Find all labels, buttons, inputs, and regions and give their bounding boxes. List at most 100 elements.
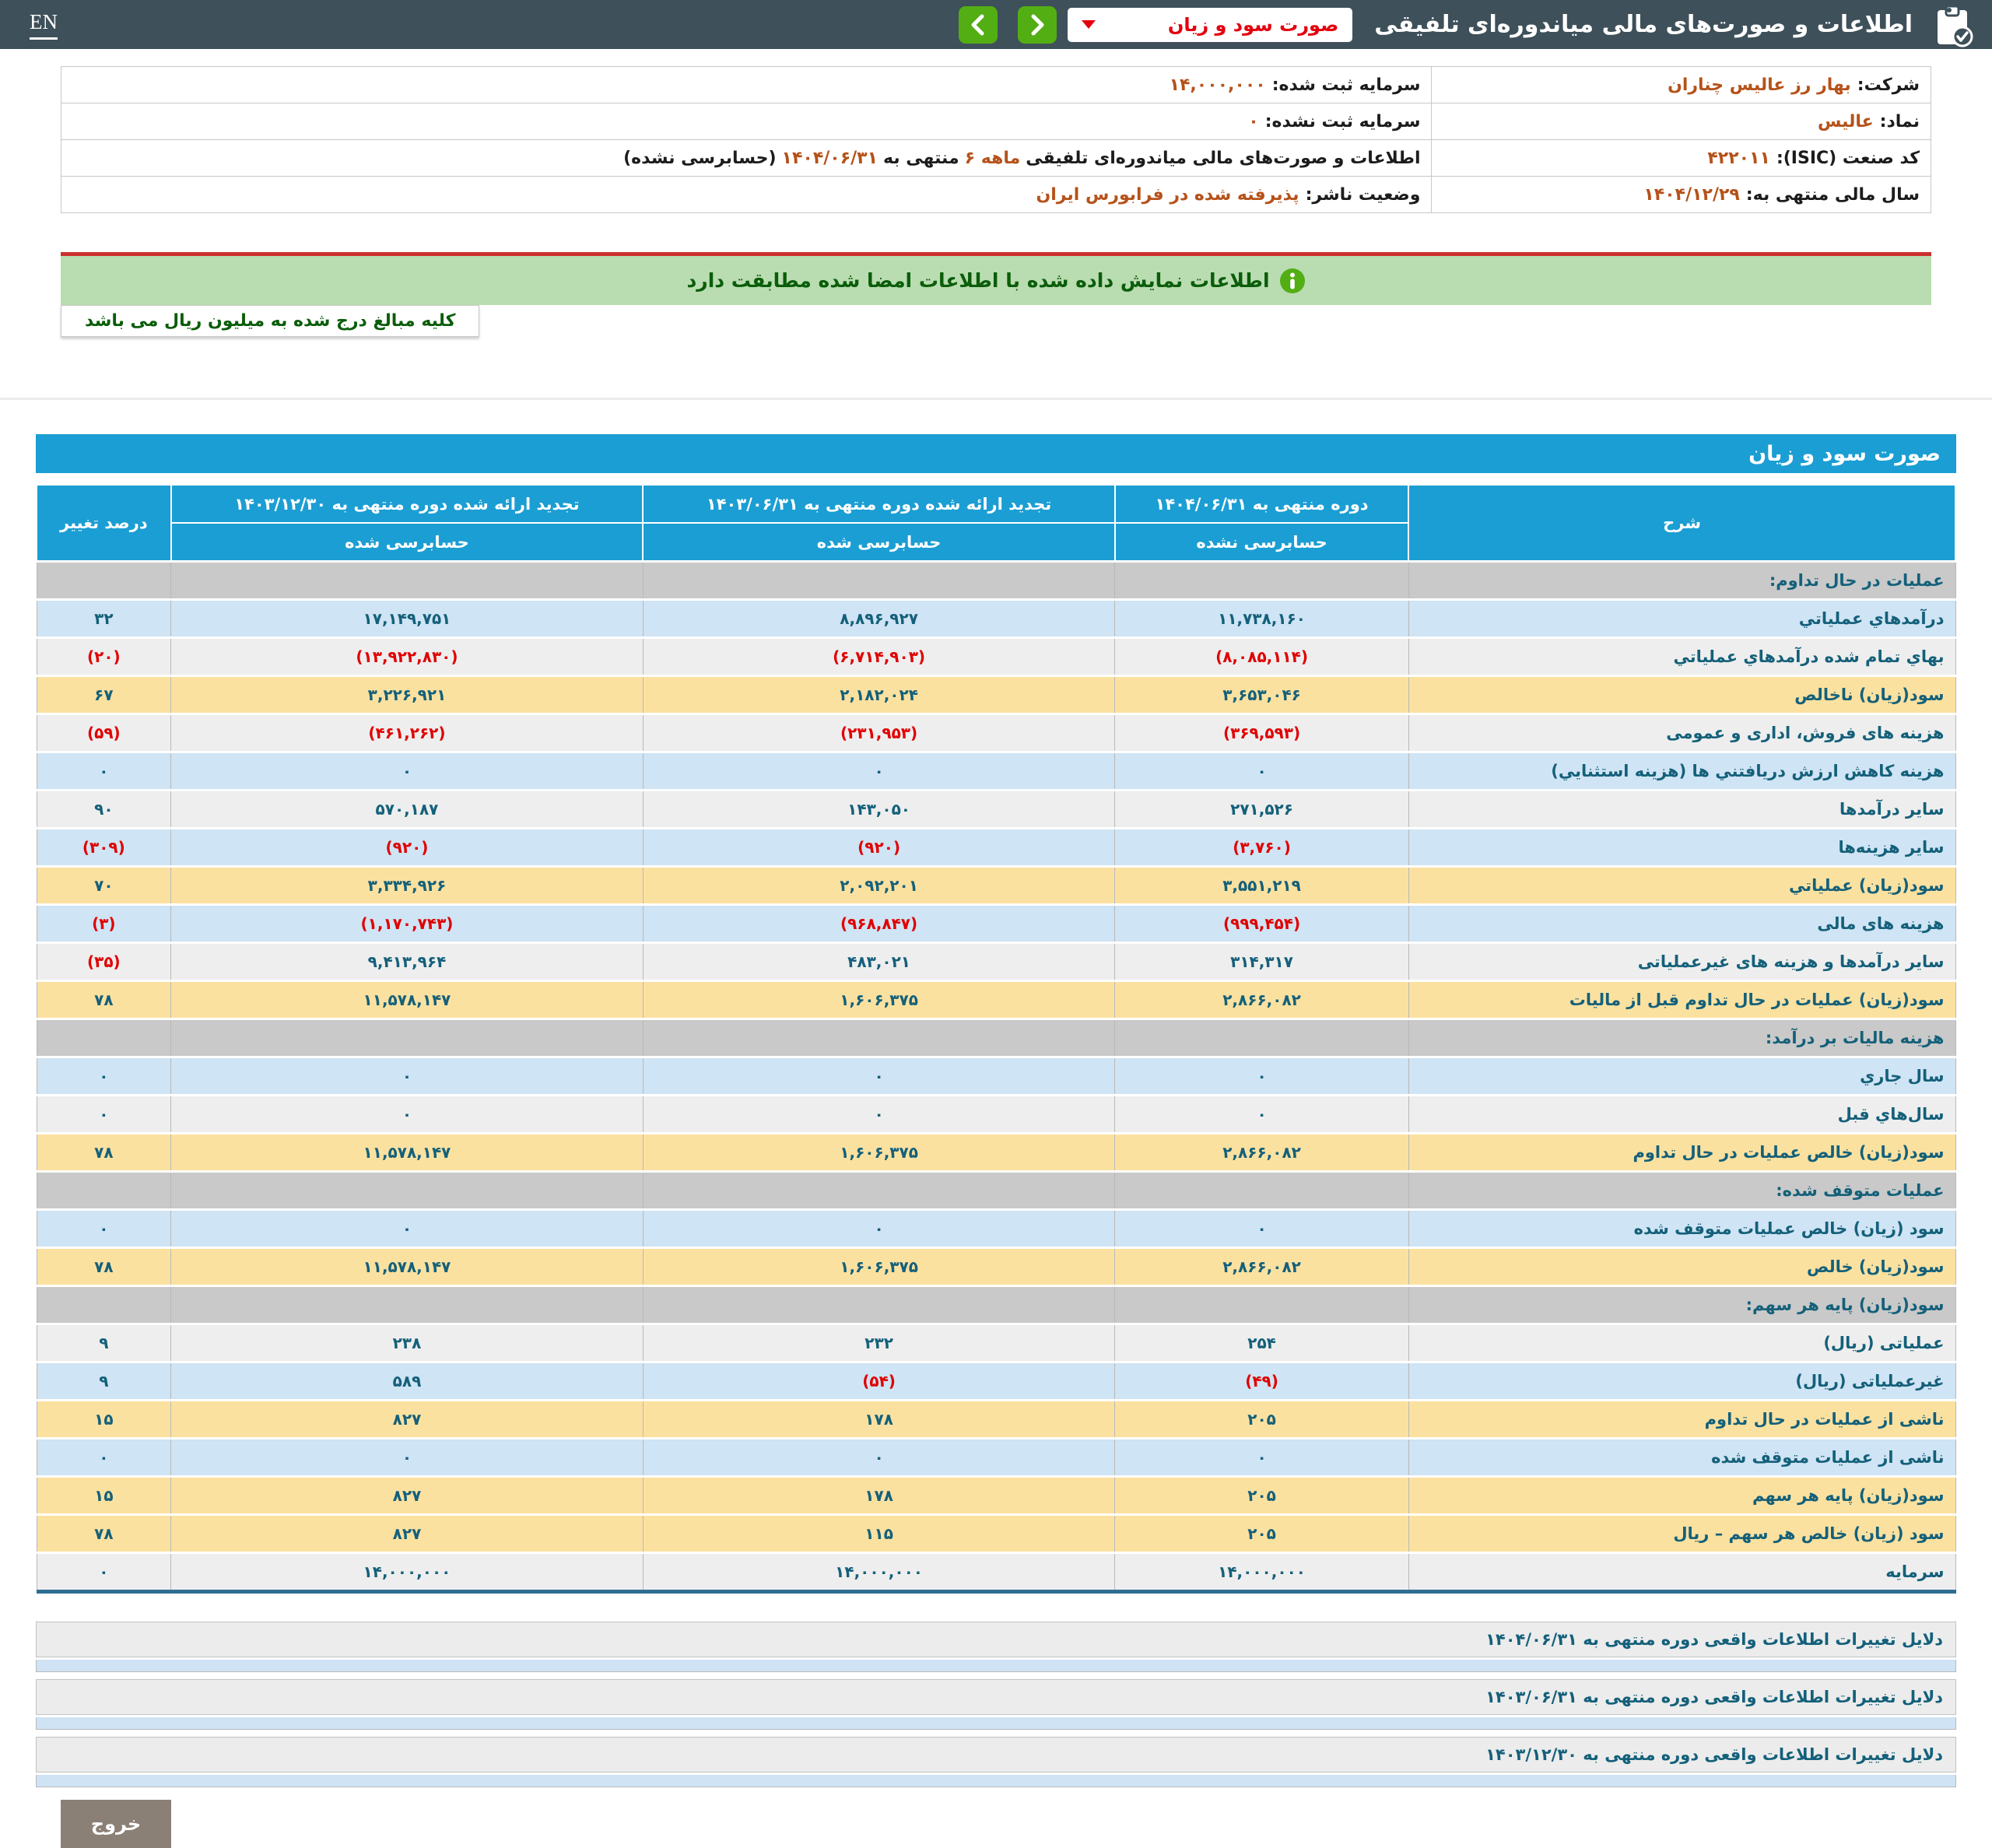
statement-table: شرح دوره منتهی به ۱۴۰۴/۰۶/۳۱ تجدید ارائه… [36, 484, 1956, 1594]
row-label: سود (زیان) خالص عملیات متوقف شده [1408, 1210, 1955, 1248]
value-cell: ۱۱,۵۷۸,۱۴۷ [171, 1248, 644, 1286]
table-row: سود(زیان) خالص عملیات در حال تداوم۲,۸۶۶,… [37, 1134, 1955, 1172]
value-cell: ۱۱,۷۳۸,۱۶۰ [1115, 600, 1408, 638]
row-label: سایر هزینه‌ها [1408, 829, 1955, 867]
value-cell: ۱۴۳,۰۵۰ [643, 791, 1115, 829]
value-cell: (۱۳,۹۲۲,۸۳۰) [171, 638, 644, 676]
value-cell: ۱۴,۰۰۰,۰۰۰ [171, 1553, 644, 1592]
value-cell: ۲,۸۶۶,۰۸۲ [1115, 981, 1408, 1019]
value-cell: (۱,۱۷۰,۷۴۳) [171, 905, 644, 943]
value-cell: (۹۲۰) [171, 829, 644, 867]
table-row: سرمایه۱۴,۰۰۰,۰۰۰۱۴,۰۰۰,۰۰۰۱۴,۰۰۰,۰۰۰۰ [37, 1553, 1955, 1592]
table-row: سود (زیان) خالص هر سهم – ریال۲۰۵۱۱۵۸۲۷۷۸ [37, 1515, 1955, 1553]
company-row: کد صنعت (ISIC):۴۲۲۰۱۱اطلاعات و صورت‌های … [61, 140, 1931, 177]
row-label: سود(زيان) عملياتي [1408, 867, 1955, 905]
value-cell: ۱۷۸ [643, 1401, 1115, 1439]
section-label: هزینه مالیات بر درآمد: [1408, 1019, 1955, 1057]
divider [0, 398, 1992, 400]
table-row: سود(زیان) پایه هر سهم۲۰۵۱۷۸۸۲۷۱۵ [37, 1477, 1955, 1515]
section-empty-cell [171, 562, 644, 600]
change-percent-cell: ۷۸ [37, 1515, 171, 1553]
accordion-header[interactable]: دلایل تغییرات اطلاعات واقعی دوره منتهی ب… [36, 1622, 1956, 1657]
value-cell: ۱۷,۱۴۹,۷۵۱ [171, 600, 644, 638]
change-percent-cell: (۲۰) [37, 638, 171, 676]
value-cell: (۳۶۹,۵۹۳) [1115, 714, 1408, 752]
value-cell: ۵۷۰,۱۸۷ [171, 791, 644, 829]
section-empty-cell [1115, 562, 1408, 600]
change-percent-cell: ۰ [37, 1553, 171, 1592]
row-label: ناشی از عملیات در حال تداوم [1408, 1401, 1955, 1439]
value-cell: ۲۵۴ [1115, 1324, 1408, 1362]
table-row: سود(زيان) ناخالص۳,۶۵۳,۰۴۶۲,۱۸۲,۰۲۴۳,۲۲۶,… [37, 676, 1955, 714]
value-cell: ۲,۰۹۲,۲۰۱ [643, 867, 1115, 905]
row-label: سرمایه [1408, 1553, 1955, 1592]
table-row: سایر درآمدها و هزینه های غیرعملیاتی۳۱۴,۳… [37, 943, 1955, 981]
accordion-header[interactable]: دلایل تغییرات اطلاعات واقعی دوره منتهی ب… [36, 1737, 1956, 1773]
table-row: سود(زیان) خالص۲,۸۶۶,۰۸۲۱,۶۰۶,۳۷۵۱۱,۵۷۸,۱… [37, 1248, 1955, 1286]
accordion-header[interactable]: دلایل تغییرات اطلاعات واقعی دوره منتهی ب… [36, 1679, 1956, 1715]
change-percent-cell: ۷۸ [37, 1248, 171, 1286]
page-title: اطلاعات و صورت‌های مالی میاندوره‌ای تلفی… [1374, 11, 1913, 38]
table-row: درآمدهاي عملياتي۱۱,۷۳۸,۱۶۰۸,۸۹۶,۹۲۷۱۷,۱۴… [37, 600, 1955, 638]
next-statement-button[interactable] [1018, 6, 1057, 44]
row-label: غیرعملیاتی (ریال) [1408, 1362, 1955, 1401]
value-cell: ۲,۸۶۶,۰۸۲ [1115, 1248, 1408, 1286]
change-percent-cell: ۷۸ [37, 1134, 171, 1172]
value-cell: ۳,۲۲۶,۹۲۱ [171, 676, 644, 714]
statement-select[interactable]: صورت سود و زیان [1068, 8, 1352, 42]
accordion-body [36, 1660, 1956, 1672]
table-row: ناشی از عملیات متوقف شده۰۰۰۰ [37, 1439, 1955, 1477]
section-row: سود(زیان) پایه هر سهم: [37, 1286, 1955, 1324]
col-subheader-period3-audit: حسابرسی شده [171, 523, 644, 562]
value-cell: ۰ [171, 1057, 644, 1096]
signed-data-notice: اطلاعات نمایش داده شده با اطلاعات امضا ش… [61, 252, 1931, 305]
value-cell: (۳,۷۶۰) [1115, 829, 1408, 867]
section-label: عملیات متوقف شده: [1408, 1172, 1955, 1210]
value-cell: ۰ [643, 1210, 1115, 1248]
value-cell: ۸,۸۹۶,۹۲۷ [643, 600, 1115, 638]
table-row: عملیاتی (ریال)۲۵۴۲۳۲۲۳۸۹ [37, 1324, 1955, 1362]
table-row: سود (زیان) خالص عملیات متوقف شده۰۰۰۰ [37, 1210, 1955, 1248]
value-cell: ۰ [1115, 1057, 1408, 1096]
row-label: سود(زیان) خالص [1408, 1248, 1955, 1286]
col-header-description: شرح [1408, 485, 1955, 562]
table-row: هزينه کاهش ارزش دريافتني ها (هزينه استثن… [37, 752, 1955, 791]
company-row: سال مالی منتهی به:۱۴۰۴/۱۲/۲۹وضعیت ناشر:پ… [61, 177, 1931, 213]
table-row: سود(زيان) عملياتي۳,۵۵۱,۲۱۹۲,۰۹۲,۲۰۱۳,۳۳۴… [37, 867, 1955, 905]
table-row: سال جاري۰۰۰۰ [37, 1057, 1955, 1096]
value-cell: (۵۴) [643, 1362, 1115, 1401]
col-header-period1: دوره منتهی به ۱۴۰۴/۰۶/۳۱ [1115, 485, 1408, 523]
value-cell: ۱۷۸ [643, 1477, 1115, 1515]
section-empty-cell [171, 1172, 644, 1210]
change-percent-cell: (۳۵) [37, 943, 171, 981]
company-cell-right: سال مالی منتهی به:۱۴۰۴/۱۲/۲۹ [1432, 177, 1931, 213]
section-empty-cell [37, 1019, 171, 1057]
section-empty-cell [643, 1172, 1115, 1210]
accordion-group: دلایل تغییرات اطلاعات واقعی دوره منتهی ب… [36, 1622, 1956, 1672]
value-cell: ۲۳۸ [171, 1324, 644, 1362]
row-label: سود(زيان) ناخالص [1408, 676, 1955, 714]
value-cell: ۰ [1115, 1096, 1408, 1134]
value-cell: ۰ [643, 752, 1115, 791]
value-cell: ۵۸۹ [171, 1362, 644, 1401]
section-empty-cell [171, 1019, 644, 1057]
section-empty-cell [1115, 1172, 1408, 1210]
prev-statement-button[interactable] [959, 6, 998, 44]
value-cell: (۹۶۸,۸۴۷) [643, 905, 1115, 943]
row-label: هزینه های مالی [1408, 905, 1955, 943]
change-percent-cell: ۹ [37, 1362, 171, 1401]
value-cell: ۱۴,۰۰۰,۰۰۰ [1115, 1553, 1408, 1592]
table-row: هزینه های فروش، اداری و عمومی(۳۶۹,۵۹۳)(۲… [37, 714, 1955, 752]
change-percent-cell: ۰ [37, 1439, 171, 1477]
language-switch-link[interactable]: EN [30, 10, 58, 40]
company-cell-right: نماد:عالیس [1432, 103, 1931, 140]
value-cell: ۱,۶۰۶,۳۷۵ [643, 1134, 1115, 1172]
value-cell: (۴۹) [1115, 1362, 1408, 1401]
change-percent-cell: ۰ [37, 752, 171, 791]
row-label: هزینه های فروش، اداری و عمومی [1408, 714, 1955, 752]
table-row: سایر هزینه‌ها(۳,۷۶۰)(۹۲۰)(۹۲۰)(۳۰۹) [37, 829, 1955, 867]
value-cell: ۲۰۵ [1115, 1477, 1408, 1515]
company-cell-right: کد صنعت (ISIC):۴۲۲۰۱۱ [1432, 140, 1931, 177]
value-cell: ۲۷۱,۵۲۶ [1115, 791, 1408, 829]
row-label: سال جاري [1408, 1057, 1955, 1096]
